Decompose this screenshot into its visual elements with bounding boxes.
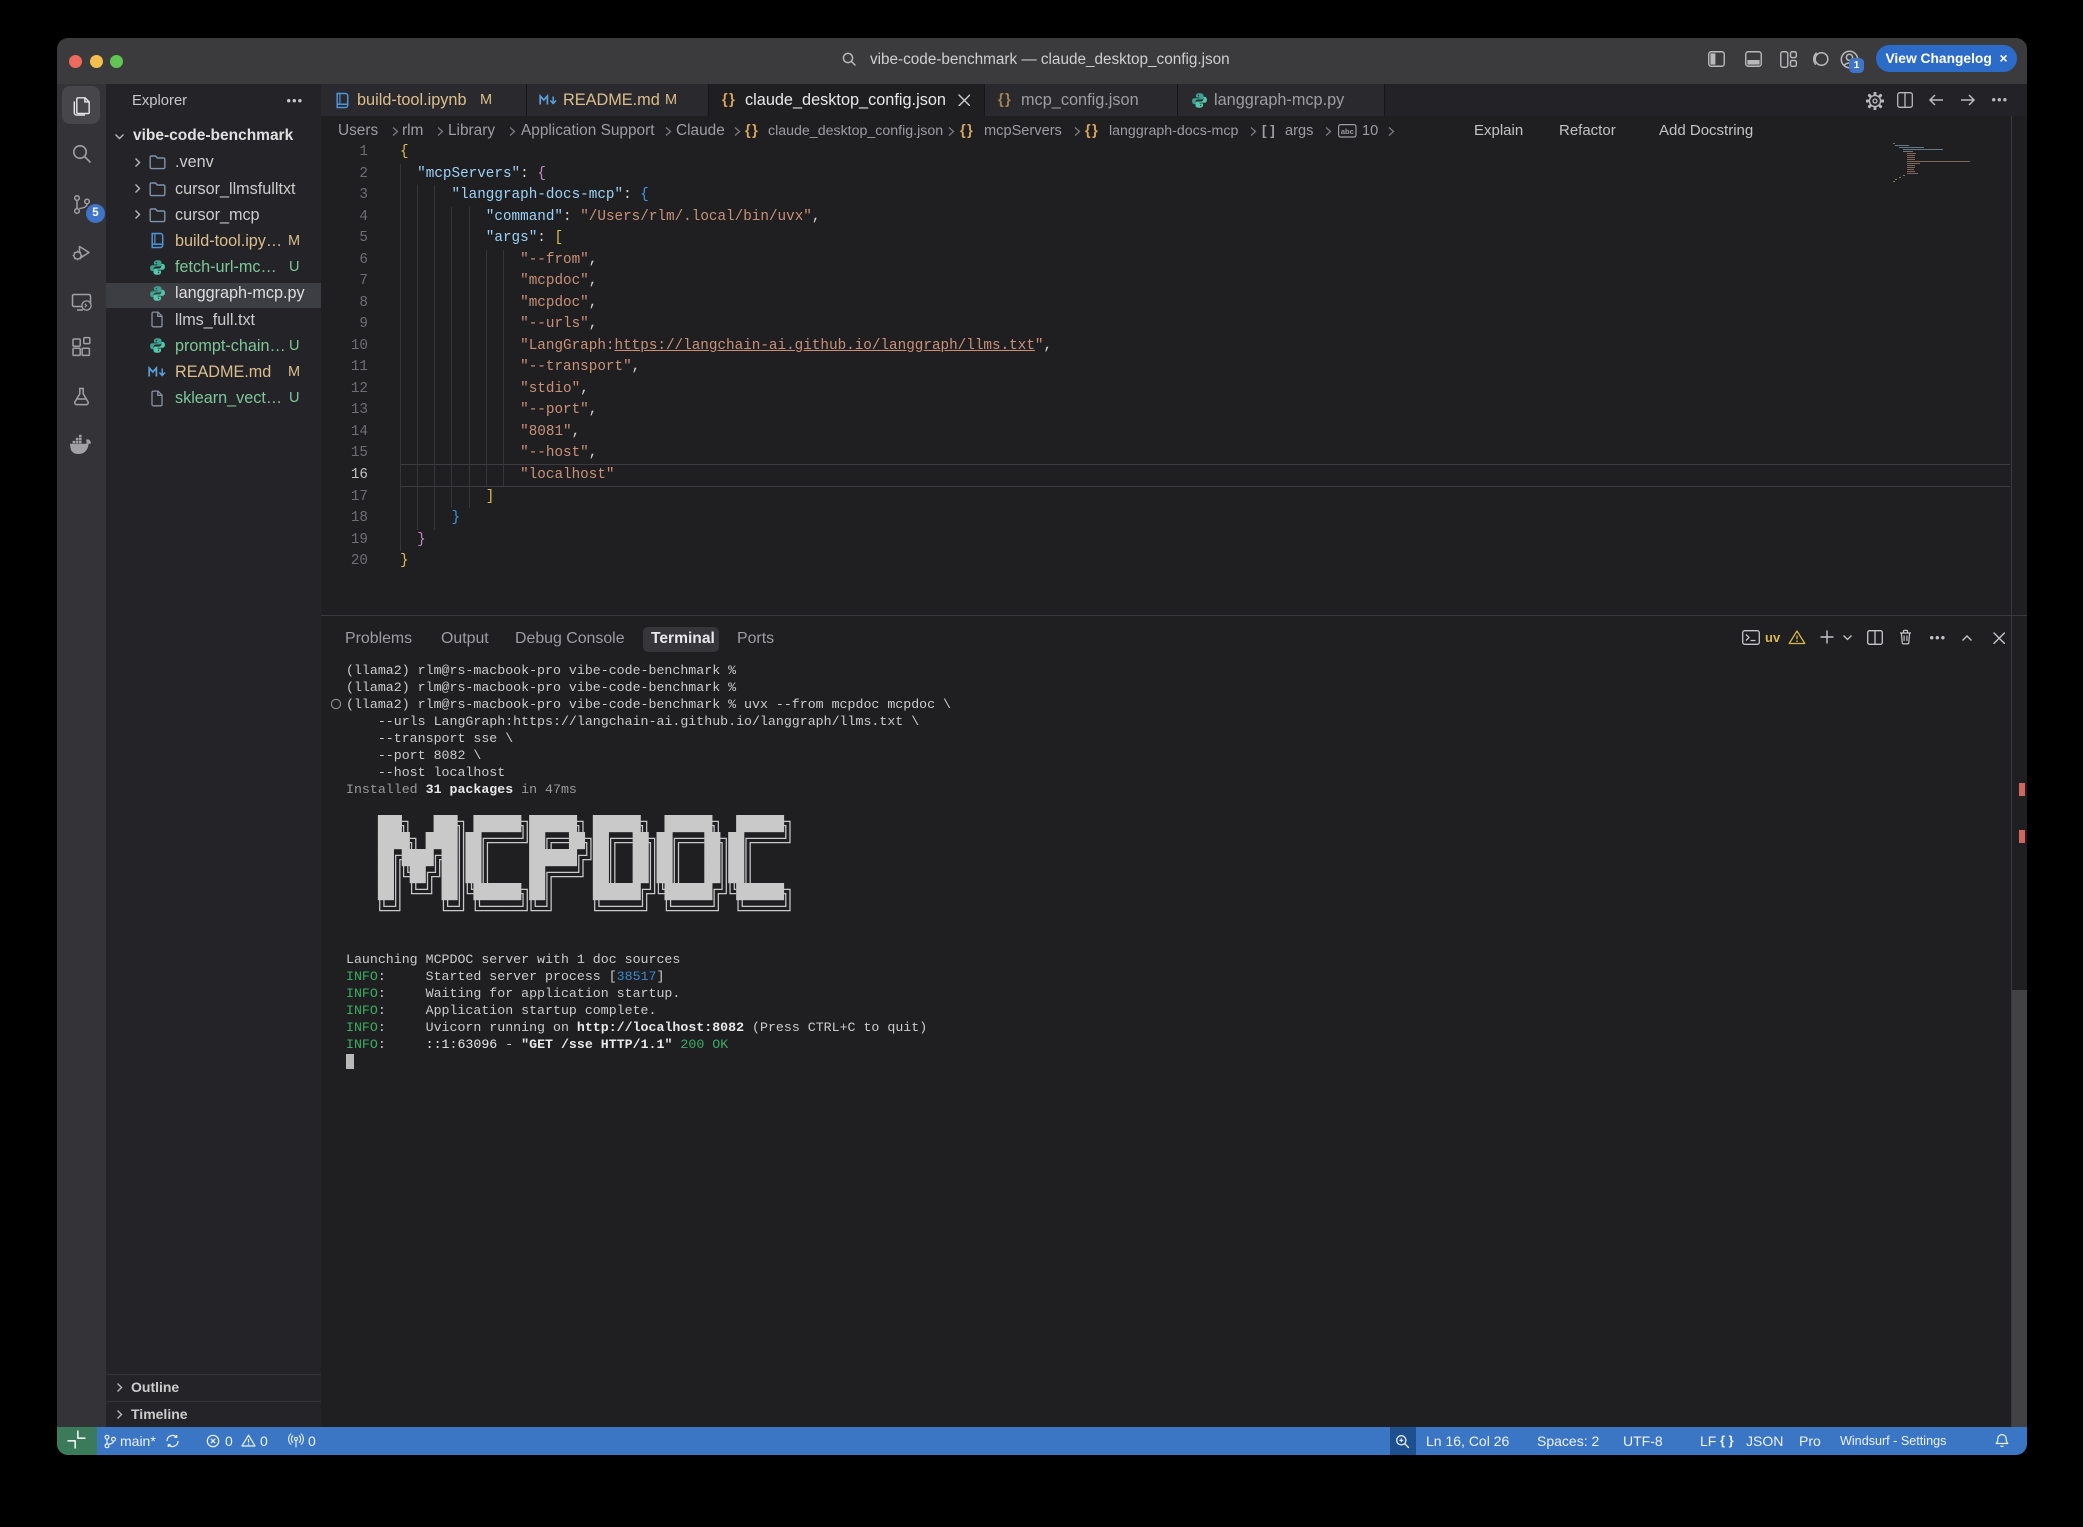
svg-text:abc: abc [1341,127,1354,136]
